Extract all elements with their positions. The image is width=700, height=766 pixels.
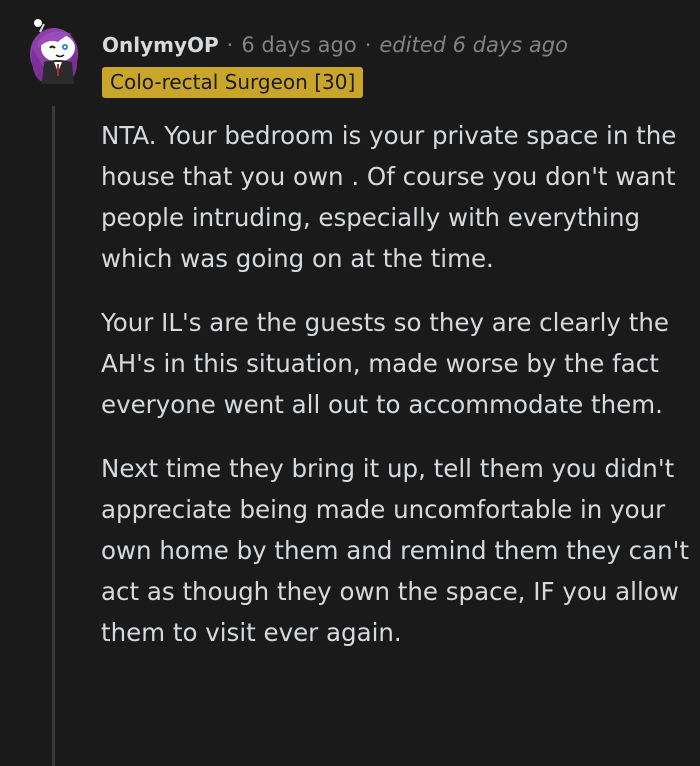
user-flair: Colo-rectal Surgeon [30] (102, 67, 364, 98)
meta-separator: · (364, 33, 372, 57)
user-avatar[interactable] (24, 18, 88, 86)
snoo-avatar-icon (30, 19, 78, 84)
comment-meta: OnlymyOP · 6 days ago · edited 6 days ag… (102, 30, 568, 60)
comment-timestamp[interactable]: 6 days ago (241, 33, 356, 57)
username[interactable]: OnlymyOP (102, 33, 219, 57)
meta-separator: · (226, 33, 234, 57)
edited-label: edited 6 days ago (379, 33, 568, 57)
comment-paragraph: Next time they bring it up, tell them yo… (101, 454, 690, 647)
thread-collapse-line[interactable] (52, 106, 55, 766)
comment-paragraph: Your IL's are the guests so they are cle… (101, 308, 669, 419)
comment-paragraph: NTA. Your bedroom is your private space … (101, 121, 677, 273)
comment: OnlymyOP · 6 days ago · edited 6 days ag… (0, 0, 700, 766)
comment-body: NTA. Your bedroom is your private space … (101, 115, 691, 676)
